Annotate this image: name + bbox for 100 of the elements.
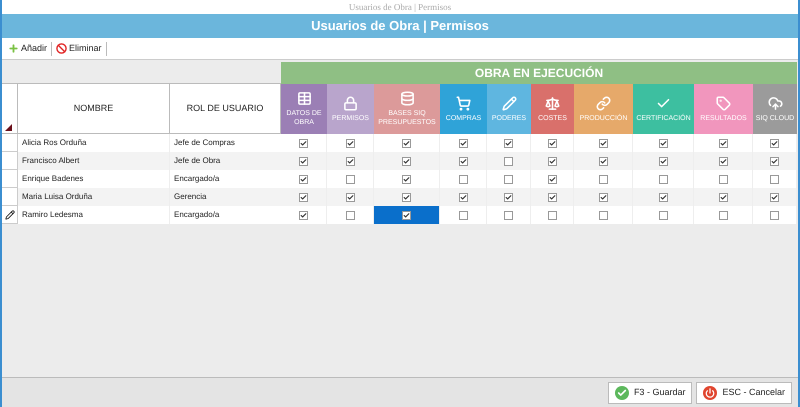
row-header[interactable] (2, 206, 18, 224)
checkbox-cell[interactable] (753, 206, 797, 224)
checkbox[interactable] (504, 174, 513, 184)
checkbox[interactable] (598, 192, 608, 202)
checkbox-cell[interactable] (374, 152, 440, 170)
checkbox-cell[interactable] (694, 152, 753, 170)
add-button[interactable]: Añadir (6, 42, 50, 56)
checkbox-cell[interactable] (531, 188, 574, 206)
checkbox[interactable] (598, 138, 608, 148)
checkbox[interactable] (299, 174, 308, 184)
selected-cell[interactable] (374, 206, 440, 224)
checkbox[interactable] (658, 156, 668, 166)
checkbox-cell[interactable] (281, 206, 327, 224)
checkbox-cell[interactable] (487, 152, 531, 170)
checkbox-cell[interactable] (753, 152, 797, 170)
column-header[interactable]: ROL DE USUARIO (170, 84, 281, 134)
checkbox[interactable] (770, 156, 779, 166)
checkbox[interactable] (346, 192, 354, 202)
checkbox-cell[interactable] (633, 134, 694, 152)
checkbox-cell[interactable] (440, 188, 487, 206)
checkbox-cell[interactable] (440, 170, 487, 188)
checkbox-cell[interactable] (281, 170, 327, 188)
checkbox[interactable] (504, 138, 513, 148)
checkbox-cell[interactable] (574, 170, 633, 188)
checkbox-cell[interactable] (753, 134, 797, 152)
checkbox-cell[interactable] (694, 134, 753, 152)
checkbox-cell[interactable] (440, 152, 487, 170)
checkbox[interactable] (299, 192, 308, 202)
checkbox-cell[interactable] (487, 170, 531, 188)
checkbox-cell[interactable] (327, 152, 374, 170)
checkbox[interactable] (658, 174, 668, 184)
checkbox[interactable] (458, 174, 468, 184)
checkbox[interactable] (770, 210, 779, 220)
checkbox-cell[interactable] (327, 170, 374, 188)
checkbox[interactable] (598, 156, 608, 166)
checkbox[interactable] (598, 174, 608, 184)
checkbox-cell[interactable] (327, 188, 374, 206)
save-button[interactable]: F3 - Guardar (608, 382, 692, 404)
checkbox-cell[interactable] (574, 152, 633, 170)
checkbox[interactable] (548, 138, 556, 148)
checkbox-cell[interactable] (531, 134, 574, 152)
checkbox-cell[interactable] (281, 188, 327, 206)
checkbox[interactable] (548, 192, 556, 202)
checkbox[interactable] (718, 210, 728, 220)
checkbox[interactable] (458, 138, 468, 148)
checkbox-cell[interactable] (633, 206, 694, 224)
checkbox-cell[interactable] (281, 152, 327, 170)
checkbox-cell[interactable] (694, 206, 753, 224)
checkbox[interactable] (402, 138, 411, 148)
checkbox[interactable] (346, 174, 354, 184)
checkbox[interactable] (718, 192, 728, 202)
checkbox[interactable] (718, 138, 728, 148)
checkbox[interactable] (346, 156, 354, 166)
checkbox-cell[interactable] (753, 188, 797, 206)
checkbox[interactable] (458, 210, 468, 220)
checkbox[interactable] (548, 210, 556, 220)
checkbox-cell[interactable] (694, 170, 753, 188)
checkbox[interactable] (658, 138, 668, 148)
cancel-button[interactable]: ESC - Cancelar (696, 382, 792, 404)
checkbox[interactable] (548, 174, 556, 184)
checkbox[interactable] (718, 156, 728, 166)
column-header[interactable]: NOMBRE (18, 84, 170, 134)
checkbox-cell[interactable] (487, 188, 531, 206)
checkbox-cell[interactable] (440, 134, 487, 152)
checkbox[interactable] (504, 192, 513, 202)
checkbox-cell[interactable] (633, 188, 694, 206)
checkbox[interactable] (346, 138, 354, 148)
checkbox-cell[interactable] (574, 206, 633, 224)
checkbox-cell[interactable] (574, 134, 633, 152)
checkbox-cell[interactable] (281, 134, 327, 152)
checkbox[interactable] (504, 156, 513, 166)
checkbox[interactable] (770, 174, 779, 184)
checkbox[interactable] (299, 138, 308, 148)
checkbox[interactable] (770, 192, 779, 202)
delete-button[interactable]: Eliminar (54, 42, 104, 56)
checkbox-cell[interactable] (487, 134, 531, 152)
checkbox[interactable] (770, 138, 779, 148)
checkbox-cell[interactable] (753, 170, 797, 188)
checkbox-cell[interactable] (531, 152, 574, 170)
checkbox-cell[interactable] (633, 170, 694, 188)
checkbox[interactable] (402, 156, 411, 166)
checkbox[interactable] (299, 210, 308, 220)
checkbox-cell[interactable] (531, 170, 574, 188)
checkbox-cell[interactable] (327, 134, 374, 152)
checkbox-cell[interactable] (694, 188, 753, 206)
checkbox-cell[interactable] (633, 152, 694, 170)
checkbox[interactable] (402, 192, 411, 202)
checkbox-cell[interactable] (374, 134, 440, 152)
checkbox[interactable] (299, 156, 308, 166)
checkbox-cell[interactable] (574, 188, 633, 206)
checkbox[interactable] (598, 210, 608, 220)
checkbox-cell[interactable] (440, 206, 487, 224)
checkbox-cell[interactable] (327, 206, 374, 224)
checkbox[interactable] (346, 210, 354, 220)
checkbox[interactable] (504, 210, 513, 220)
checkbox-cell[interactable] (374, 170, 440, 188)
checkbox[interactable] (548, 156, 556, 166)
checkbox[interactable] (402, 174, 411, 184)
checkbox[interactable] (658, 210, 668, 220)
checkbox-cell[interactable] (531, 206, 574, 224)
